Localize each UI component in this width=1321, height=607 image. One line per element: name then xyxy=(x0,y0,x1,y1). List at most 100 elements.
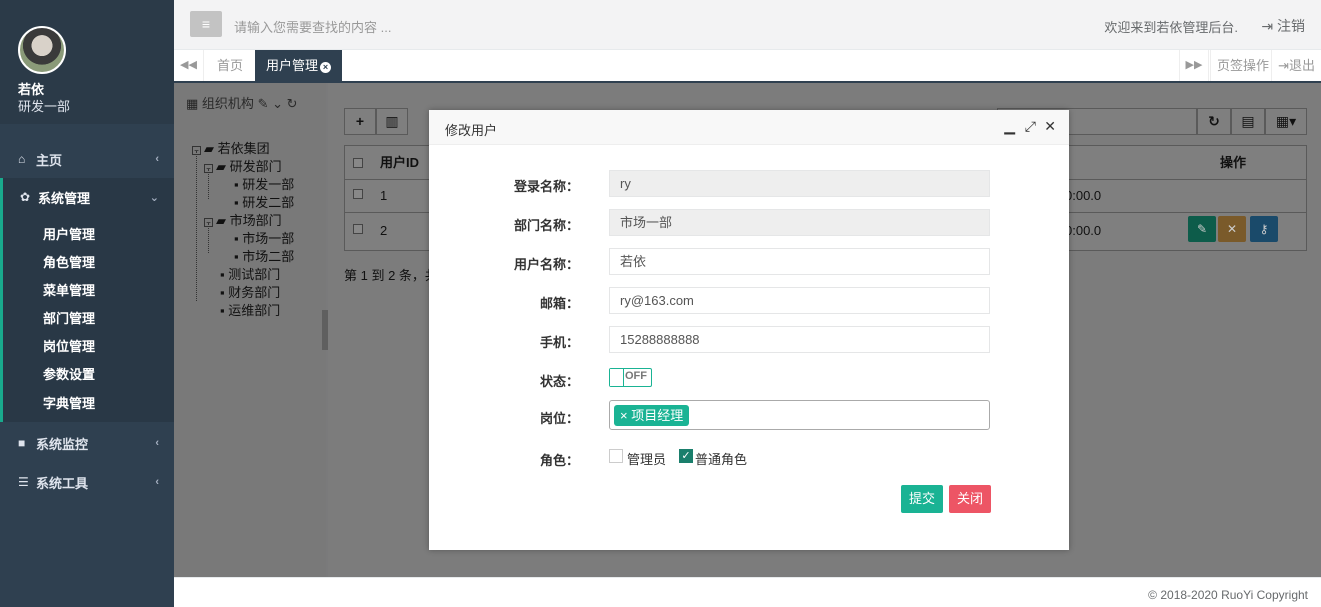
copyright-text: © 2018-2020 RuoYi Copyright xyxy=(1148,588,1308,602)
tree-node[interactable]: ▪ 市场一部 xyxy=(234,228,294,247)
dept-name-field[interactable]: 市场一部 xyxy=(609,209,990,236)
logout-link[interactable]: ⇥ 注销 xyxy=(1261,16,1305,36)
nav-label: 主页 xyxy=(36,152,63,168)
row-checkbox[interactable] xyxy=(353,224,363,234)
sub-item-posts[interactable]: 岗位管理 xyxy=(43,336,95,356)
tree-node[interactable]: ▪ 运维部门 xyxy=(220,300,280,319)
folder-open-icon: ▰ xyxy=(216,213,226,228)
tree-node[interactable]: − ▰ 研发部门 xyxy=(204,156,282,175)
tree-node[interactable]: ▪ 市场二部 xyxy=(234,246,294,265)
tree-connector xyxy=(208,223,209,253)
tab-home[interactable]: 首页 xyxy=(206,50,254,81)
tree-node[interactable]: ▪ 研发一部 xyxy=(234,174,294,193)
role-admin-label[interactable]: 管理员 xyxy=(627,449,666,468)
tree-title: ▦ 组织机构 ✎ ⌄ ↻ xyxy=(186,93,298,112)
edit-row-button[interactable]: ✎ xyxy=(1188,216,1216,242)
edit-icon: ✎ xyxy=(1196,222,1208,236)
nav-item-tools[interactable]: ☰ 系统工具 ‹ xyxy=(0,463,174,501)
form-row-status: 状态： OFF xyxy=(429,365,1069,392)
tab-bar: ◀◀ 首页 用户管理 × ▶▶ 页签操作 ⇥退出 xyxy=(174,50,1321,83)
table-cell: 0:00.0 xyxy=(1065,188,1102,203)
file-icon: ▪ xyxy=(220,267,225,282)
tree-node[interactable]: ▪ 测试部门 xyxy=(220,264,280,283)
sub-item-config[interactable]: 参数设置 xyxy=(43,364,95,384)
top-header: ≡ 请输入您需要查找的内容 ... 欢迎来到若依管理后台. ⇥ 注销 xyxy=(174,0,1321,50)
tree-node[interactable]: ▪ 研发二部 xyxy=(234,192,294,211)
nav-item-home[interactable]: ⌂ 主页 ‹ xyxy=(0,140,174,178)
form-row-email: 邮箱： ry@163.com xyxy=(429,287,1069,314)
maximize-icon[interactable]: ⤢ xyxy=(1025,118,1036,135)
check-icon: ✓ xyxy=(681,450,691,462)
tree-node[interactable]: ▪ 财务部门 xyxy=(220,282,280,301)
reset-password-button[interactable]: ⚷ xyxy=(1250,216,1278,242)
chevron-down-icon[interactable]: ⌄ xyxy=(272,96,283,111)
home-icon: ⌂ xyxy=(18,152,26,166)
submit-button[interactable]: 提交 xyxy=(901,485,944,513)
key-icon: ⚷ xyxy=(1259,222,1269,236)
delete-button[interactable]: ▥ xyxy=(376,108,408,135)
tree-node-label: 测试部门 xyxy=(228,267,281,282)
nav-item-monitor[interactable]: ■ 系统监控 ‹ xyxy=(0,424,174,462)
nav-item-system[interactable]: ✿ 系统管理 ⌄ xyxy=(0,178,174,216)
chevron-down-icon: ⌄ xyxy=(149,191,159,204)
phone-field[interactable]: 15288888888 xyxy=(609,326,990,353)
refresh-button[interactable]: ↻ xyxy=(1197,108,1231,135)
sub-item-users[interactable]: 用户管理 xyxy=(43,224,95,244)
nav-label: 系统工具 xyxy=(36,475,89,491)
dialog-title: 修改用户 xyxy=(445,123,498,138)
status-toggle[interactable]: OFF xyxy=(609,368,652,387)
file-icon: ▪ xyxy=(220,303,225,318)
role-common-label[interactable]: 普通角色 xyxy=(695,449,747,468)
toggle-view-button[interactable]: ▤ xyxy=(1231,108,1265,135)
post-multiselect[interactable]: × 项目经理 xyxy=(609,400,990,430)
edit-user-dialog: 修改用户 ▁ ⤢ ✕ 登录名称： ry 部门名称： 市场一部 用户名称： 若依 … xyxy=(429,110,1069,550)
tree-node[interactable]: − ▰ 市场部门 xyxy=(204,210,282,229)
list-icon: ▤ xyxy=(1241,113,1255,129)
header-search-input[interactable]: 请输入您需要查找的内容 ... xyxy=(234,17,391,36)
backward-icon: ◀◀ xyxy=(180,59,197,71)
email-field[interactable]: ry@163.com xyxy=(609,287,990,314)
remove-tag-icon[interactable]: × xyxy=(620,408,628,423)
edit-icon[interactable]: ✎ xyxy=(258,96,269,111)
sub-item-dict[interactable]: 字典管理 xyxy=(43,393,95,413)
minimize-icon[interactable]: ▁ xyxy=(1004,118,1015,135)
nav-label: 系统监控 xyxy=(36,436,89,452)
tab-options-dropdown[interactable]: 页签操作 xyxy=(1209,50,1275,81)
sub-item-menus[interactable]: 菜单管理 xyxy=(43,280,95,300)
role-common-checkbox[interactable]: ✓ xyxy=(679,449,693,463)
table-cell: 0:00.0 xyxy=(1065,223,1102,238)
tab-scroll-left-button[interactable]: ◀◀ xyxy=(174,50,204,81)
file-icon: ▪ xyxy=(234,195,239,210)
avatar[interactable] xyxy=(18,26,66,74)
close-icon[interactable]: × xyxy=(320,62,332,73)
menu-toggle-button[interactable]: ≡ xyxy=(190,11,222,37)
delete-row-button[interactable]: ✕ xyxy=(1218,216,1246,242)
select-all-checkbox[interactable] xyxy=(353,158,363,168)
form-row-username: 用户名称： 若依 xyxy=(429,248,1069,275)
tab-exit-button[interactable]: ⇥退出 xyxy=(1271,50,1321,81)
toggle-state-label: OFF xyxy=(625,370,647,382)
close-button[interactable]: 关闭 xyxy=(949,485,992,513)
org-tree-panel: ▦ 组织机构 ✎ ⌄ ↻ − ▰ 若依集团 − ▰ 研发部门 ▪ 研发一部 ▪ 研发… xyxy=(174,83,326,577)
sub-item-roles[interactable]: 角色管理 xyxy=(43,252,95,272)
system-submenu: 用户管理 角色管理 菜单管理 部门管理 岗位管理 参数设置 字典管理 xyxy=(0,216,174,422)
refresh-icon[interactable]: ↻ xyxy=(287,96,298,111)
login-name-label: 登录名称： xyxy=(513,179,579,194)
tree-node[interactable]: − ▰ 若依集团 xyxy=(192,138,270,157)
column-header-actions: 操作 xyxy=(1219,155,1246,170)
tree-node-label: 市场一部 xyxy=(242,231,295,246)
add-button[interactable]: + xyxy=(344,108,376,135)
role-admin-checkbox[interactable] xyxy=(609,449,623,463)
close-icon[interactable]: ✕ xyxy=(1044,118,1056,135)
columns-button[interactable]: ▦▾ xyxy=(1265,108,1307,135)
tab-user-management[interactable]: 用户管理 × xyxy=(255,50,343,81)
user-name-field[interactable]: 若依 xyxy=(609,248,990,275)
column-header-id[interactable]: 用户ID xyxy=(380,146,419,180)
row-checkbox[interactable] xyxy=(353,189,363,199)
tab-scroll-right-button[interactable]: ▶▶ xyxy=(1179,50,1209,81)
sub-item-depts[interactable]: 部门管理 xyxy=(43,308,95,328)
role-label: 角色： xyxy=(539,453,579,468)
phone-label: 手机： xyxy=(539,335,579,350)
form-row-role: 角色： 管理员 ✓ 普通角色 xyxy=(429,448,1069,468)
grid-icon: ▦ xyxy=(186,96,199,111)
